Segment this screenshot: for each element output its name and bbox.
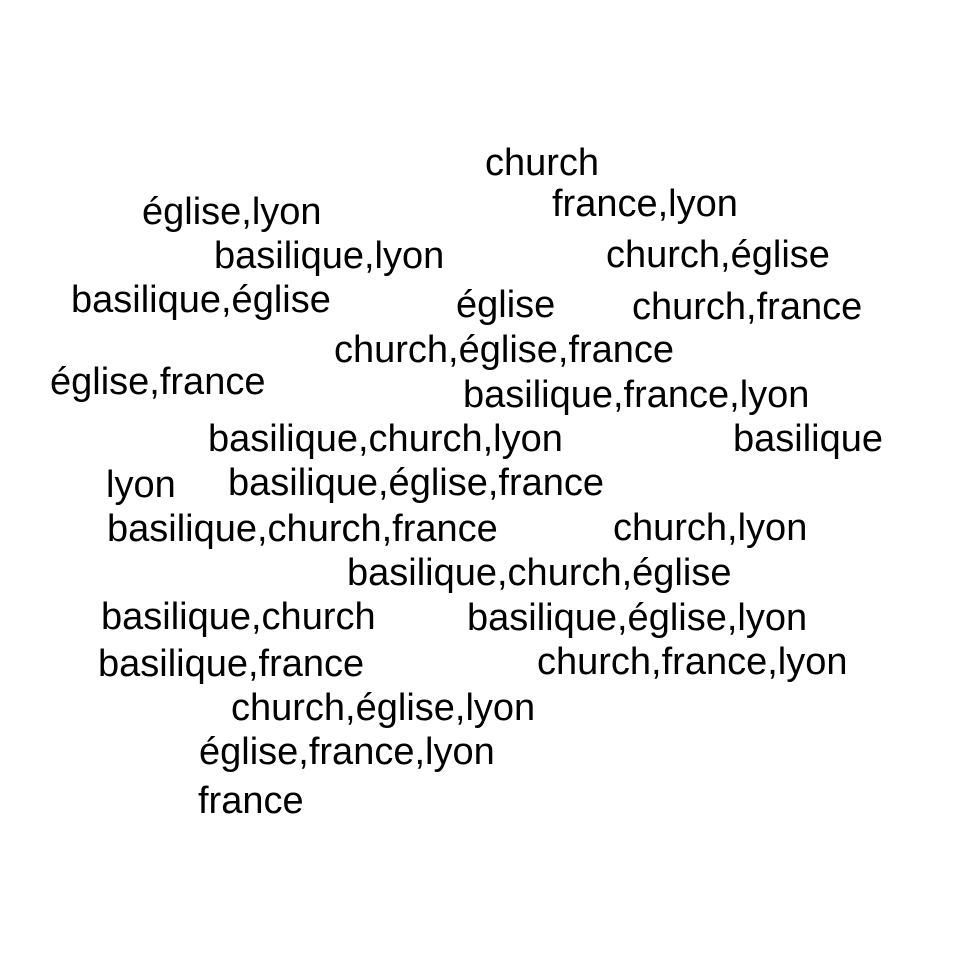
- word-cloud-term: basilique,church,france: [107, 508, 498, 550]
- word-cloud-term: church,église: [606, 234, 830, 276]
- word-cloud-term: church,france: [632, 286, 863, 328]
- word-cloud-term: church,france,lyon: [537, 641, 848, 683]
- word-cloud-term: church: [485, 142, 600, 184]
- word-cloud-term: basilique: [733, 418, 883, 460]
- word-cloud-term: église,lyon: [142, 191, 322, 233]
- word-cloud-term: basilique,france,lyon: [463, 374, 810, 416]
- word-cloud-term: basilique,église,france: [228, 462, 605, 504]
- word-cloud-term: basilique,church,église: [347, 552, 732, 594]
- word-cloud-term: basilique,lyon: [214, 235, 445, 277]
- word-cloud-term: church,église,france: [334, 329, 675, 371]
- word-cloud-term: église: [456, 284, 556, 326]
- word-cloud-term: church,église,lyon: [231, 687, 536, 729]
- word-cloud-term: église,france,lyon: [199, 731, 495, 773]
- word-cloud-term: basilique,church,lyon: [208, 418, 563, 460]
- word-cloud-term: lyon: [106, 464, 176, 506]
- word-cloud: church église,lyon france,lyon basilique…: [0, 0, 960, 960]
- word-cloud-term: church,lyon: [613, 507, 808, 549]
- word-cloud-term: france,lyon: [552, 183, 738, 225]
- word-cloud-term: france: [198, 780, 304, 822]
- word-cloud-term: basilique,église: [71, 279, 331, 321]
- word-cloud-term: basilique,église,lyon: [467, 597, 808, 639]
- word-cloud-term: église,france: [50, 361, 266, 403]
- word-cloud-term: basilique,church: [101, 596, 376, 638]
- word-cloud-term: basilique,france: [98, 643, 365, 685]
